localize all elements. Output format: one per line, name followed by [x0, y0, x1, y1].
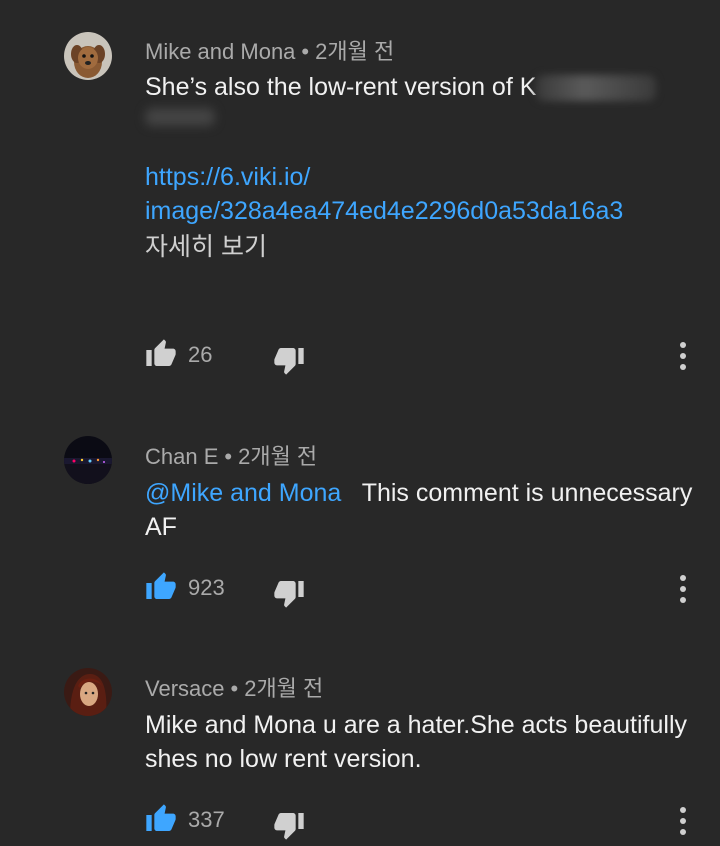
comment-time: 2개월 전	[238, 444, 318, 469]
city-night-avatar[interactable]	[64, 436, 112, 484]
author-name[interactable]: Versace	[145, 676, 225, 701]
thumbs-down-icon[interactable]	[273, 577, 305, 609]
more-vert-icon[interactable]	[675, 805, 691, 837]
thumbs-up-icon[interactable]	[145, 571, 177, 603]
more-vert-icon[interactable]	[675, 573, 691, 605]
comment-meta: Versace • 2개월 전	[145, 676, 324, 701]
comment-text: Mike and Mona u are a hater.She acts bea…	[145, 708, 695, 776]
comment-actions: 337	[145, 803, 705, 839]
more-vert-icon[interactable]	[675, 340, 691, 372]
redacted-blur	[536, 75, 657, 102]
comment-link[interactable]: https://6.viki.io/ image/328a4ea474ed4e2…	[145, 160, 695, 228]
character-avatar[interactable]	[64, 668, 112, 716]
comment-time: 2개월 전	[244, 676, 324, 701]
comment-text: @Mike and Mona This comment is unnecessa…	[145, 476, 695, 544]
author-name[interactable]: Chan E	[145, 444, 218, 469]
comment-actions: 923	[145, 571, 705, 607]
thumbs-down-icon[interactable]	[273, 344, 305, 376]
like-count: 337	[188, 807, 225, 832]
comment-meta: Mike and Mona • 2개월 전	[145, 39, 395, 64]
like-count: 923	[188, 575, 225, 600]
comment-text: She’s also the low-rent version of K htt…	[145, 70, 695, 264]
redacted-blur	[145, 108, 215, 126]
comment-actions: 26	[145, 338, 705, 374]
comment-body: Mike and Mona u are a hater.She acts bea…	[145, 711, 687, 773]
thumbs-up-icon[interactable]	[145, 803, 177, 835]
comment-meta: Chan E • 2개월 전	[145, 444, 318, 469]
mention-link[interactable]: @Mike and Mona	[145, 479, 341, 507]
comment-time: 2개월 전	[315, 39, 395, 64]
dog-avatar[interactable]	[64, 32, 112, 80]
comment-body: She’s also the low-rent version of K	[145, 73, 537, 101]
thumbs-down-icon[interactable]	[273, 809, 305, 841]
read-more-button[interactable]: 자세히 보기	[145, 230, 695, 264]
like-count: 26	[188, 342, 213, 367]
author-name[interactable]: Mike and Mona	[145, 39, 295, 64]
thumbs-up-icon[interactable]	[145, 338, 177, 370]
